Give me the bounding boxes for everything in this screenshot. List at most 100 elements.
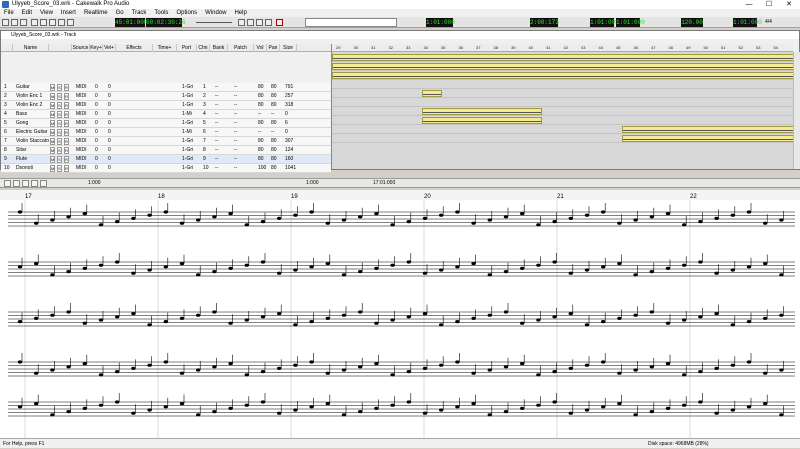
track-chn[interactable]: 3 — [203, 101, 206, 110]
mute-button[interactable]: M — [50, 129, 55, 136]
track-bank[interactable]: -- — [215, 101, 218, 110]
track-source[interactable]: MIDI — [76, 83, 87, 92]
clip-lane[interactable] — [332, 134, 793, 143]
track-row[interactable]: 3 Violin Enc 2 M S R MIDI 0 0 1-Gri 3 --… — [1, 101, 331, 110]
track-chn[interactable]: 8 — [203, 146, 206, 155]
track-name[interactable]: Violin Enc 2 — [16, 101, 42, 110]
fast-forward-icon[interactable] — [265, 19, 272, 26]
col-name[interactable]: Name — [13, 44, 49, 52]
track-source[interactable]: MIDI — [76, 128, 87, 137]
track-vel[interactable]: 0 — [108, 92, 111, 101]
track-port[interactable]: 1-Mi — [182, 128, 192, 137]
stop-icon[interactable] — [247, 19, 254, 26]
col-vol[interactable]: Vol — [254, 44, 267, 52]
position-slider[interactable] — [196, 22, 232, 23]
menu-view[interactable]: View — [40, 9, 53, 17]
rewind-icon[interactable] — [238, 19, 245, 26]
solo-button[interactable]: S — [57, 93, 62, 100]
track-patch[interactable]: -- — [234, 155, 237, 164]
track-row[interactable]: 8 Sitar M S R MIDI 0 0 1-Gri 8 -- -- 80 … — [1, 146, 331, 155]
record-arm-button[interactable]: R — [64, 138, 69, 145]
track-pan[interactable]: 80 — [271, 146, 277, 155]
record-arm-button[interactable]: R — [64, 111, 69, 118]
copy-icon[interactable] — [40, 19, 47, 26]
track-source[interactable]: MIDI — [76, 164, 87, 173]
track-chn[interactable]: 1 — [203, 83, 206, 92]
track-source[interactable]: MIDI — [76, 146, 87, 155]
mute-button[interactable]: M — [50, 84, 55, 91]
lcd-thru[interactable]: 2:08:173 — [530, 18, 559, 27]
track-row[interactable]: 9 Flute M S R MIDI 0 0 1-Gri 9 -- -- 80 … — [1, 155, 331, 164]
menu-window[interactable]: Window — [205, 9, 226, 17]
track-patch[interactable]: -- — [234, 164, 237, 173]
record-arm-button[interactable]: R — [64, 165, 69, 172]
track-bank[interactable]: -- — [215, 92, 218, 101]
track-patch[interactable]: -- — [234, 83, 237, 92]
track-patch[interactable]: -- — [234, 137, 237, 146]
maximize-button[interactable]: ☐ — [760, 0, 778, 9]
track-vel[interactable]: 0 — [108, 101, 111, 110]
clip-lane[interactable] — [332, 107, 793, 116]
menu-file[interactable]: File — [4, 9, 14, 17]
track-name[interactable]: Violin Enc 1 — [16, 92, 42, 101]
clip-lane[interactable] — [332, 89, 793, 98]
record-arm-button[interactable]: R — [64, 156, 69, 163]
menu-options[interactable]: Options — [176, 9, 197, 17]
track-port[interactable]: 1-Gri — [182, 83, 193, 92]
col-pan[interactable]: Pan — [267, 44, 280, 52]
track-bank[interactable]: -- — [215, 164, 218, 173]
menu-go[interactable]: Go — [116, 9, 124, 17]
tempo-display[interactable]: 120.00 — [681, 18, 703, 27]
solo-button[interactable]: S — [57, 102, 62, 109]
clip-lane[interactable] — [332, 116, 793, 125]
track-port[interactable]: 1-Gri — [182, 92, 193, 101]
new-icon[interactable] — [2, 19, 9, 26]
menu-realtime[interactable]: Realtime — [84, 9, 108, 17]
col-key[interactable]: Key+ — [90, 44, 103, 52]
col-time[interactable]: Time+ — [153, 44, 177, 52]
track-vel[interactable]: 0 — [108, 83, 111, 92]
open-icon[interactable] — [11, 19, 18, 26]
clip-lane[interactable] — [332, 62, 793, 71]
track-patch[interactable]: -- — [234, 119, 237, 128]
track-key[interactable]: 0 — [95, 101, 98, 110]
midi-clip[interactable] — [422, 108, 542, 115]
track-name[interactable]: Violin Staccato — [16, 137, 49, 146]
track-pan[interactable]: 80 — [271, 92, 277, 101]
track-name[interactable]: Gong — [16, 119, 28, 128]
track-vol[interactable]: 100 — [258, 164, 266, 173]
record-arm-button[interactable]: R — [64, 93, 69, 100]
col-port[interactable]: Port — [177, 44, 197, 52]
track-select-dropdown[interactable] — [305, 18, 397, 27]
redo-icon[interactable] — [67, 19, 74, 26]
col-source[interactable]: Source — [72, 44, 90, 52]
snap-time[interactable]: 1:000 — [88, 180, 101, 186]
track-key[interactable]: 0 — [95, 164, 98, 173]
track-source[interactable]: MIDI — [76, 119, 87, 128]
menu-edit[interactable]: Edit — [22, 9, 32, 17]
mute-button[interactable]: M — [50, 93, 55, 100]
track-bank[interactable]: -- — [215, 128, 218, 137]
midi-clip[interactable] — [622, 126, 793, 133]
track-port[interactable]: 1-Gri — [182, 137, 193, 146]
track-pan[interactable]: 80 — [271, 155, 277, 164]
mute-button[interactable]: M — [50, 102, 55, 109]
midi-clip[interactable] — [332, 72, 793, 79]
paste-icon[interactable] — [49, 19, 56, 26]
track-vel[interactable]: 0 — [108, 155, 111, 164]
staff-time-field[interactable]: 1:000 — [306, 180, 319, 186]
mute-button[interactable]: M — [50, 156, 55, 163]
track-pan[interactable]: -- — [271, 128, 274, 137]
mute-button[interactable]: M — [50, 165, 55, 172]
track-row[interactable]: 6 Electric Guitar M S R MIDI 0 0 1-Mi 6 … — [1, 128, 331, 137]
select-tool-icon[interactable] — [4, 180, 11, 187]
col-size[interactable]: Size — [280, 44, 297, 52]
solo-button[interactable]: S — [57, 129, 62, 136]
clip-lane[interactable] — [332, 53, 793, 62]
track-row[interactable]: 2 Violin Enc 1 M S R MIDI 0 0 1-Gri 2 --… — [1, 92, 331, 101]
track-vol[interactable]: -- — [258, 128, 261, 137]
track-vel[interactable]: 0 — [108, 110, 111, 119]
col-bank[interactable]: Bank — [210, 44, 228, 52]
solo-button[interactable]: S — [57, 120, 62, 127]
track-name[interactable]: Dsonoti — [16, 164, 33, 173]
